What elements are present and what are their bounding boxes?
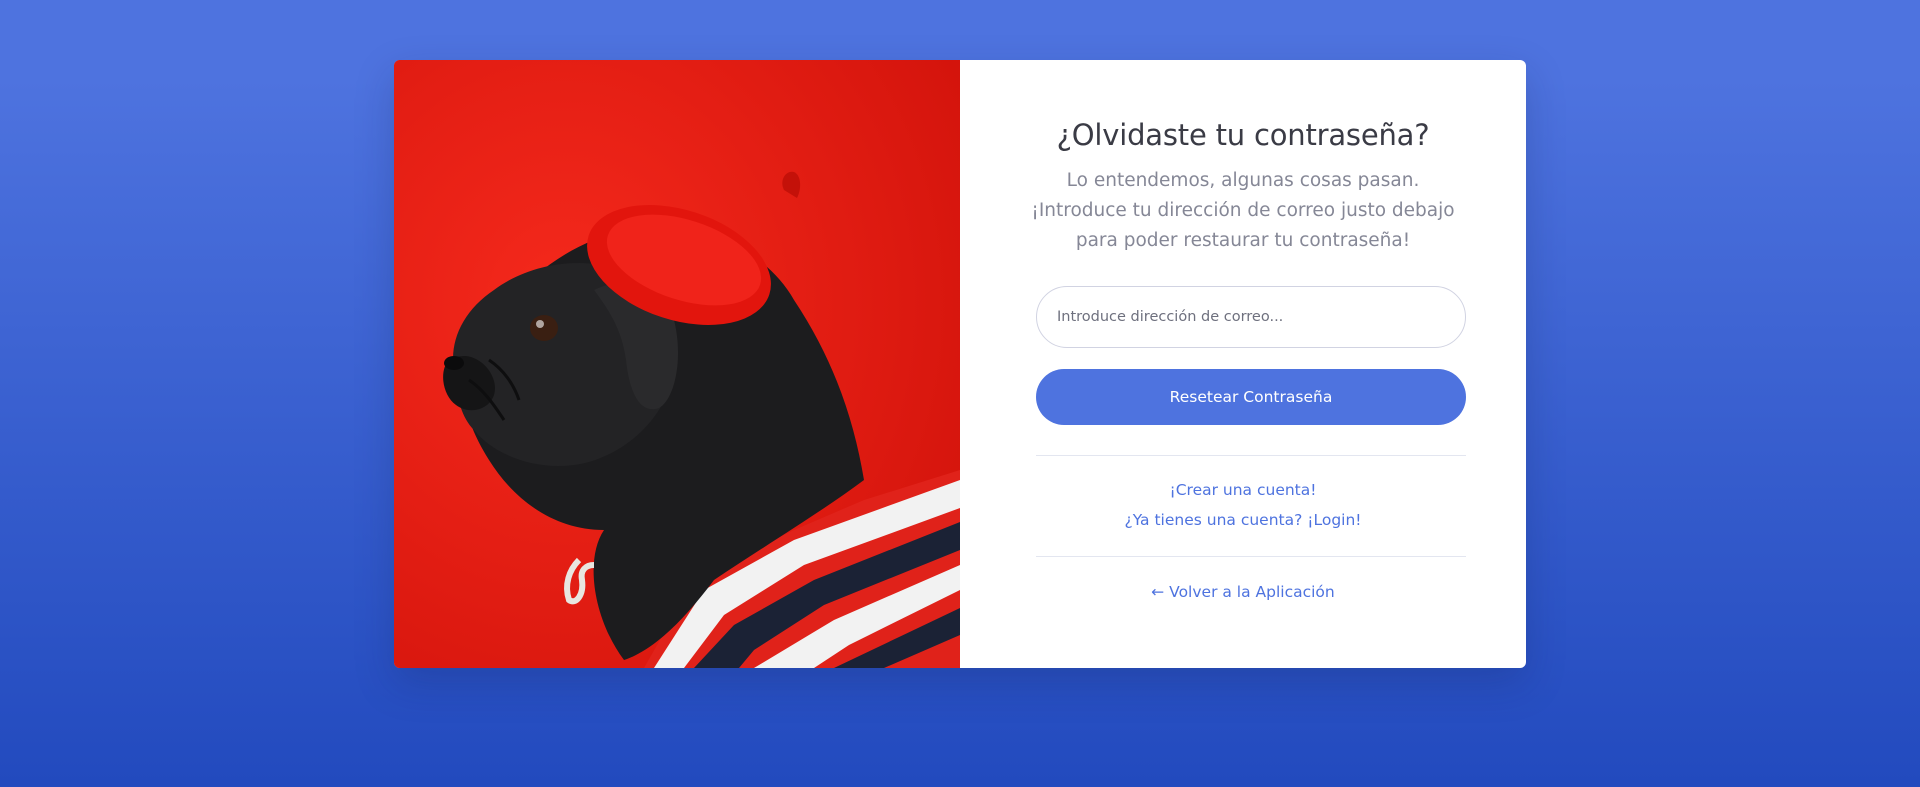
page-title: ¿Olvidaste tu contraseña?: [1056, 118, 1430, 152]
create-account-link[interactable]: ¡Crear una cuenta!: [960, 481, 1526, 499]
reset-password-button[interactable]: Resetear Contraseña: [1036, 369, 1466, 425]
divider-bottom: [1036, 556, 1466, 557]
login-link[interactable]: ¿Ya tienes una cuenta? ¡Login!: [960, 511, 1526, 529]
page-subtitle: Lo entendemos, algunas cosas pasan. ¡Int…: [1031, 170, 1455, 251]
divider-top: [1036, 455, 1466, 456]
email-input[interactable]: [1036, 286, 1466, 348]
pug-photo: [394, 60, 960, 668]
forgot-password-card: ¿Olvidaste tu contraseña? Lo entendemos,…: [394, 60, 1526, 668]
back-to-app-link[interactable]: ← Volver a la Aplicación: [960, 583, 1526, 601]
form-pane: ¿Olvidaste tu contraseña? Lo entendemos,…: [960, 60, 1526, 668]
